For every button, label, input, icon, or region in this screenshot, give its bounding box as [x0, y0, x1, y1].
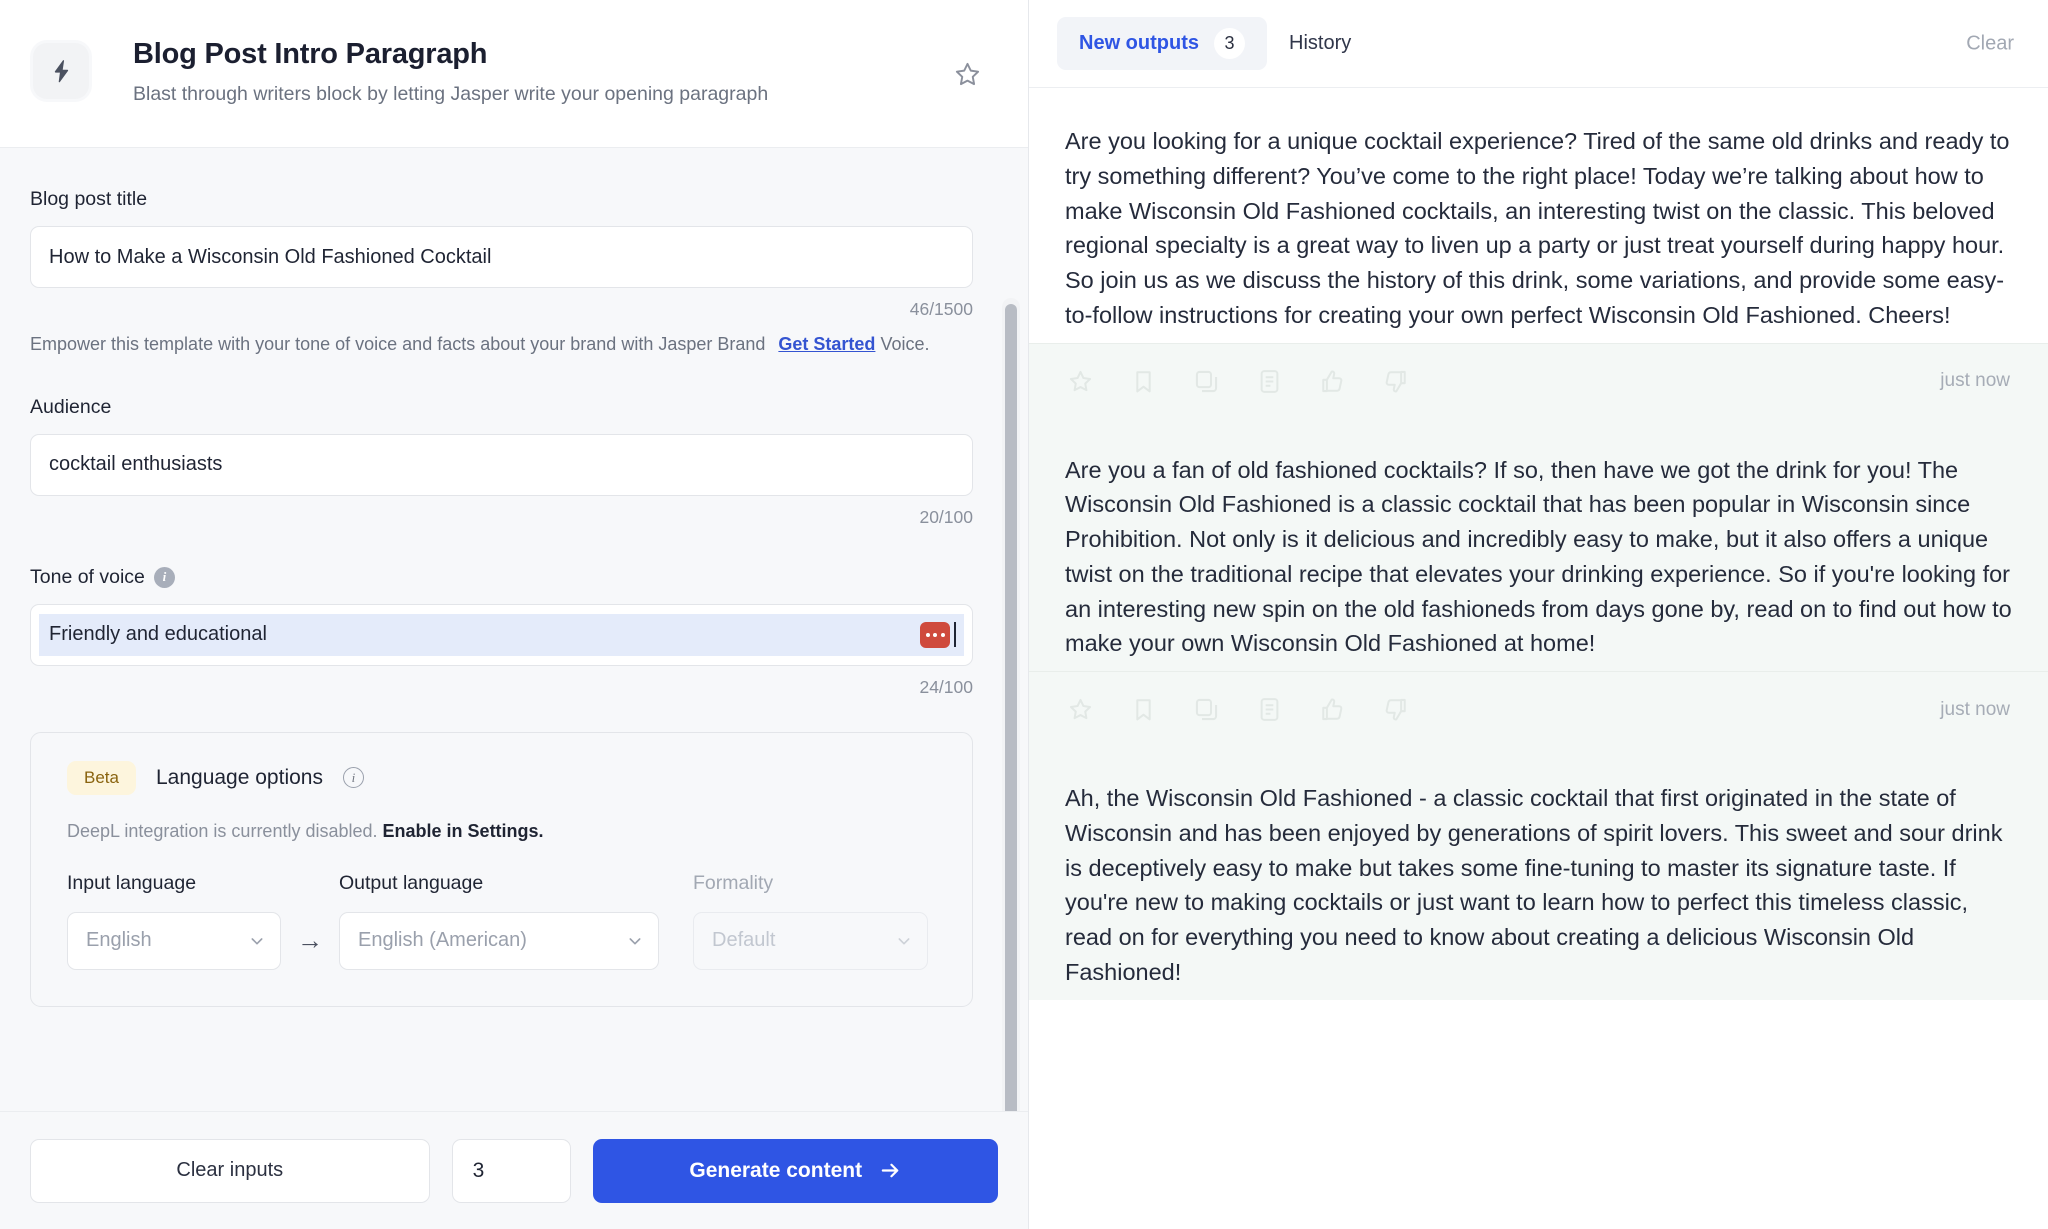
brand-voice-note-text: Empower this template with your tone of …	[30, 334, 766, 354]
document-icon[interactable]	[1256, 696, 1283, 723]
three-dots-badge[interactable]	[920, 621, 950, 648]
output-language-value: English (American)	[358, 929, 527, 952]
clear-inputs-button[interactable]: Clear inputs	[30, 1138, 430, 1203]
get-started-link[interactable]: Get Started	[778, 334, 875, 354]
tone-of-voice-label: Tone of voice i	[30, 566, 998, 589]
output-text: Are you a fan of old fashioned cocktails…	[1065, 456, 2012, 657]
output-actions: just now	[1029, 343, 2048, 417]
generate-content-button[interactable]: Generate content	[593, 1138, 998, 1203]
thumbs-up-icon[interactable]	[1319, 368, 1346, 395]
brand-voice-note-text-end: Voice.	[880, 334, 930, 354]
star-icon[interactable]	[1067, 368, 1094, 395]
blog-title-label: Blog post title	[30, 188, 148, 210]
template-title-block: Blog Post Intro Paragraph Blast through …	[133, 36, 768, 108]
output-text: Are you looking for a unique cocktail ex…	[1065, 128, 2010, 328]
tone-of-voice-counter: 24/100	[919, 676, 973, 697]
deepl-note-text: DeepL integration is currently disabled.	[67, 820, 378, 841]
thumbs-down-icon[interactable]	[1382, 368, 1409, 395]
chevron-down-icon	[898, 937, 910, 945]
enable-in-settings-link[interactable]: Enable in Settings.	[383, 821, 544, 841]
formality-value: Default	[712, 929, 776, 952]
language-options-card: Beta Language options i DeepL integratio…	[30, 731, 973, 1007]
tab-new-outputs[interactable]: New outputs 3	[1057, 17, 1267, 70]
outputs-tabbar: New outputs 3 History Clear	[1029, 0, 2048, 88]
copy-icon[interactable]	[1193, 696, 1220, 723]
tab-history[interactable]: History	[1267, 21, 1373, 66]
app-root: Blog Post Intro Paragraph Blast through …	[0, 0, 2048, 1229]
template-input-panel: Blog Post Intro Paragraph Blast through …	[0, 0, 1029, 1229]
input-language-select[interactable]: English	[67, 911, 281, 970]
template-form: Blog post title How to Make a Wisconsin …	[0, 148, 1028, 1111]
input-language-group: Input language English	[67, 872, 281, 970]
output-text: Ah, the Wisconsin Old Fashioned - a clas…	[1065, 785, 2003, 986]
tone-of-voice-label-text: Tone of voice	[30, 565, 145, 588]
tone-of-voice-selected-text-wrap: Friendly and educational	[39, 613, 964, 656]
bookmark-icon[interactable]	[1130, 368, 1157, 395]
lightning-bolt-icon	[30, 40, 92, 102]
output-timestamp: just now	[1940, 698, 2010, 720]
generate-content-label: Generate content	[689, 1158, 863, 1182]
blog-title-input[interactable]: How to Make a Wisconsin Old Fashioned Co…	[30, 226, 973, 288]
arrow-right-icon: →	[297, 924, 323, 955]
thumbs-down-icon[interactable]	[1382, 696, 1409, 723]
info-circle-icon[interactable]: i	[153, 566, 175, 588]
info-circle-outline-icon[interactable]: i	[342, 767, 364, 789]
template-header: Blog Post Intro Paragraph Blast through …	[0, 0, 1028, 148]
left-panel-scrollbar-thumb[interactable]	[1005, 304, 1017, 1111]
language-selectors-row: Input language English → Output language…	[67, 872, 936, 970]
tone-of-voice-input[interactable]: Friendly and educational	[30, 603, 973, 666]
brand-voice-note: Empower this template with your tone of …	[30, 331, 973, 358]
output-card: Are you looking for a unique cocktail ex…	[1029, 88, 2048, 344]
input-language-label: Input language	[67, 871, 197, 894]
input-language-value: English	[86, 929, 152, 952]
tone-of-voice-value: Friendly and educational	[49, 623, 267, 646]
tab-new-outputs-label: New outputs	[1079, 32, 1199, 54]
formality-label: Formality	[693, 871, 774, 894]
output-card: Ah, the Wisconsin Old Fashioned - a clas…	[1029, 745, 2048, 1000]
outputs-panel: New outputs 3 History Clear Are you look…	[1029, 0, 2048, 1229]
deepl-note: DeepL integration is currently disabled.…	[67, 821, 936, 842]
output-actions: just now	[1029, 672, 2048, 746]
output-language-label: Output language	[339, 871, 484, 894]
output-language-group: Output language English (American)	[339, 872, 659, 970]
form-action-bar: Clear inputs 3 Generate content	[0, 1111, 1028, 1229]
blog-title-counter: 46/1500	[909, 299, 973, 319]
thumbs-up-icon[interactable]	[1319, 696, 1346, 723]
outputs-list: Are you looking for a unique cocktail ex…	[1029, 88, 2048, 1229]
chevron-down-icon	[251, 937, 263, 945]
chevron-down-icon	[629, 937, 641, 945]
page-title: Blog Post Intro Paragraph	[133, 38, 488, 70]
left-panel-scrollbar[interactable]	[1002, 298, 1020, 1111]
template-subtitle: Blast through writers block by letting J…	[133, 83, 769, 106]
star-outline-icon[interactable]	[953, 60, 982, 89]
star-icon[interactable]	[1067, 696, 1094, 723]
language-options-header: Beta Language options i	[67, 760, 936, 795]
formality-group: Formality Default	[693, 872, 928, 970]
text-caret	[954, 622, 956, 648]
copy-icon[interactable]	[1193, 368, 1220, 395]
output-card: Are you a fan of old fashioned cocktails…	[1029, 416, 2048, 673]
audience-input[interactable]: cocktail enthusiasts	[30, 433, 973, 496]
new-outputs-count-badge: 3	[1214, 28, 1245, 59]
beta-badge: Beta	[67, 760, 136, 795]
clear-outputs-button[interactable]: Clear	[1966, 32, 2014, 55]
output-count-input[interactable]: 3	[451, 1138, 572, 1203]
formality-select[interactable]: Default	[693, 911, 928, 970]
audience-label: Audience	[30, 395, 112, 418]
output-language-select[interactable]: English (American)	[339, 911, 659, 970]
output-timestamp: just now	[1940, 370, 2010, 392]
audience-counter: 20/100	[919, 506, 973, 527]
arrow-right-icon	[881, 1163, 899, 1178]
bookmark-icon[interactable]	[1130, 696, 1157, 723]
language-options-title: Language options	[155, 765, 323, 789]
document-icon[interactable]	[1256, 368, 1283, 395]
